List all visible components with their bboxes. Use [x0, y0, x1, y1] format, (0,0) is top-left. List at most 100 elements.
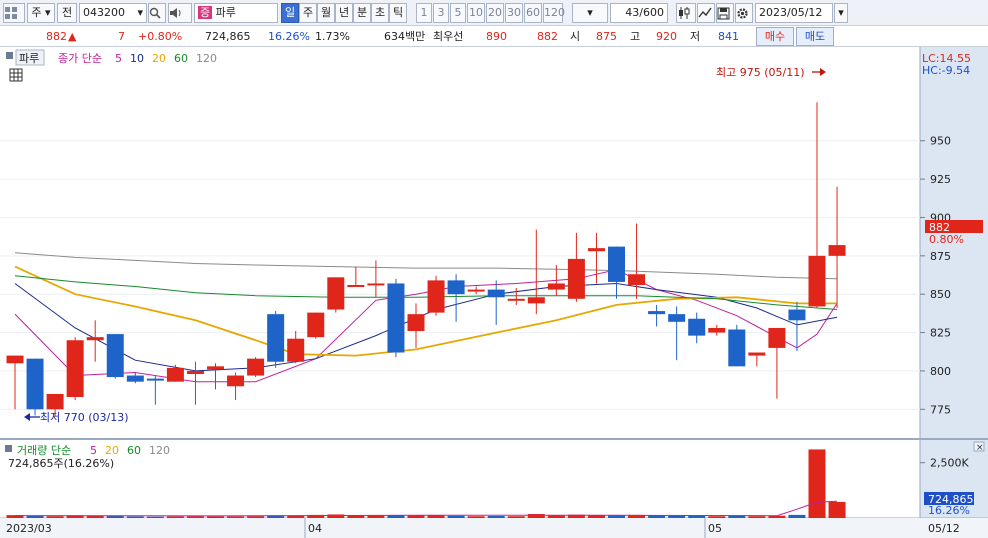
- y-tick-label: 950: [930, 135, 951, 148]
- volume-bar: [106, 516, 124, 518]
- interval-tab-10[interactable]: 10: [467, 3, 485, 23]
- price-panel-tab-label: 파루: [19, 52, 39, 65]
- chevron-down-icon: ▾: [838, 6, 844, 19]
- quote-bar: 882 ▲ 7 +0.80% 724,865 16.26% 1.73% 634백…: [0, 26, 988, 47]
- volume-bar: [447, 515, 465, 518]
- candle-body: [808, 255, 826, 307]
- candle-body: [407, 314, 425, 332]
- buy-button[interactable]: 매수: [756, 27, 794, 46]
- period-tab-1[interactable]: 주: [299, 3, 317, 23]
- stock-name-input[interactable]: 증 파루: [194, 3, 278, 23]
- grid-icon: [5, 7, 17, 19]
- candle-body: [547, 283, 565, 290]
- period-tab-4[interactable]: 분: [353, 3, 371, 23]
- interval-tab-1[interactable]: 1: [416, 3, 432, 23]
- interval-tab-120[interactable]: 120: [543, 3, 565, 23]
- candle-body: [126, 375, 144, 382]
- panel-handle-icon[interactable]: [6, 52, 13, 59]
- save-icon: [717, 7, 730, 20]
- period-tab-0[interactable]: 일: [281, 3, 299, 23]
- candle-body: [648, 311, 666, 315]
- candle-type-button[interactable]: [676, 3, 696, 23]
- candle-body: [628, 274, 646, 285]
- settings-button[interactable]: [735, 3, 753, 23]
- interval-select[interactable]: ▾: [572, 3, 608, 23]
- volume-panel-handle-icon[interactable]: [5, 445, 12, 452]
- interval-tab-60[interactable]: 60: [524, 3, 542, 23]
- volume-bar: [527, 514, 545, 518]
- interval-tab-3[interactable]: 3: [433, 3, 449, 23]
- candle[interactable]: [387, 278, 405, 358]
- volume-bar: [126, 516, 144, 518]
- ma-legend-60[interactable]: 60: [174, 52, 188, 65]
- high-price: 920: [656, 30, 677, 43]
- candle[interactable]: [26, 358, 44, 416]
- low-price: 841: [718, 30, 739, 43]
- ma-legend-10[interactable]: 10: [130, 52, 144, 65]
- gear-icon: [737, 8, 748, 19]
- volume-legend-60[interactable]: 60: [127, 444, 141, 457]
- prev-button[interactable]: 전: [57, 3, 77, 23]
- volume-bar: [186, 516, 204, 518]
- x-label-mar: 2023/03: [6, 522, 52, 535]
- candle[interactable]: [247, 357, 265, 378]
- candle[interactable]: [427, 275, 445, 316]
- menu-button[interactable]: [3, 3, 25, 23]
- pct-tag-label: 0.80%: [929, 233, 964, 246]
- volume-bar: [788, 514, 806, 518]
- table-icon[interactable]: [9, 68, 23, 82]
- candle-body: [26, 358, 44, 410]
- ma-legend-20[interactable]: 20: [152, 52, 166, 65]
- candle[interactable]: [66, 337, 84, 401]
- search-button[interactable]: [148, 3, 166, 23]
- candle-body: [828, 245, 846, 256]
- volume-bar: [407, 515, 425, 518]
- volume-bar: [367, 515, 385, 518]
- date-picker-button[interactable]: ▾: [834, 3, 848, 23]
- candle[interactable]: [327, 277, 345, 313]
- bid-price: 882: [537, 30, 558, 43]
- sell-button[interactable]: 매도: [796, 27, 834, 46]
- candle-body: [708, 327, 726, 333]
- stock-code-input[interactable]: 043200 ▾: [79, 3, 147, 23]
- interval-tab-30[interactable]: 30: [505, 3, 523, 23]
- volume-bar: [26, 516, 44, 518]
- candle-body: [66, 340, 84, 398]
- ma-legend-5[interactable]: 5: [115, 52, 122, 65]
- market-select[interactable]: 주 ▾: [27, 3, 55, 23]
- stock-code: 043200: [83, 6, 125, 19]
- candle[interactable]: [728, 324, 746, 367]
- candle-body: [567, 258, 585, 299]
- volume-bar: [166, 516, 184, 518]
- candle[interactable]: [307, 312, 325, 339]
- candle-body: [608, 246, 625, 282]
- volume-bar: [608, 515, 625, 518]
- date-field[interactable]: 2023/05/12: [755, 3, 833, 23]
- interval-tab-5[interactable]: 5: [450, 3, 466, 23]
- high-label: 고: [630, 30, 641, 43]
- period-tab-3[interactable]: 년: [335, 3, 353, 23]
- period-tab-2[interactable]: 월: [317, 3, 335, 23]
- period-tab-5[interactable]: 초: [371, 3, 389, 23]
- speaker-button[interactable]: [168, 3, 192, 23]
- chevron-down-icon: ▾: [137, 6, 143, 19]
- period-tab-6[interactable]: 틱: [389, 3, 407, 23]
- save-button[interactable]: [716, 3, 734, 23]
- interval-tab-20[interactable]: 20: [486, 3, 504, 23]
- x-label-apr: 04: [308, 522, 322, 535]
- volume-legend-120[interactable]: 120: [149, 444, 170, 457]
- stock-chart[interactable]: 7758008258508759009259502,500K 파루 종가 단순 …: [0, 47, 988, 538]
- ma-legend-120[interactable]: 120: [196, 52, 217, 65]
- volume-legend-5[interactable]: 5: [90, 444, 97, 457]
- close-icon[interactable]: ×: [976, 443, 984, 453]
- candle[interactable]: [267, 311, 285, 368]
- count-field[interactable]: 43/600: [610, 3, 668, 23]
- drawing-button[interactable]: [697, 3, 715, 23]
- candle-body: [527, 297, 545, 304]
- volume-legend-20[interactable]: 20: [105, 444, 119, 457]
- volume-bar: [748, 516, 766, 518]
- chart-area[interactable]: 775 800 825 850 875 900 925 950 2,500K 파루 종가 단순 …: [0, 47, 988, 538]
- candle[interactable]: [106, 334, 124, 379]
- volume-tick-label: 2,500K: [930, 457, 969, 470]
- low-annotation: 최저 770 (03/13): [40, 411, 129, 424]
